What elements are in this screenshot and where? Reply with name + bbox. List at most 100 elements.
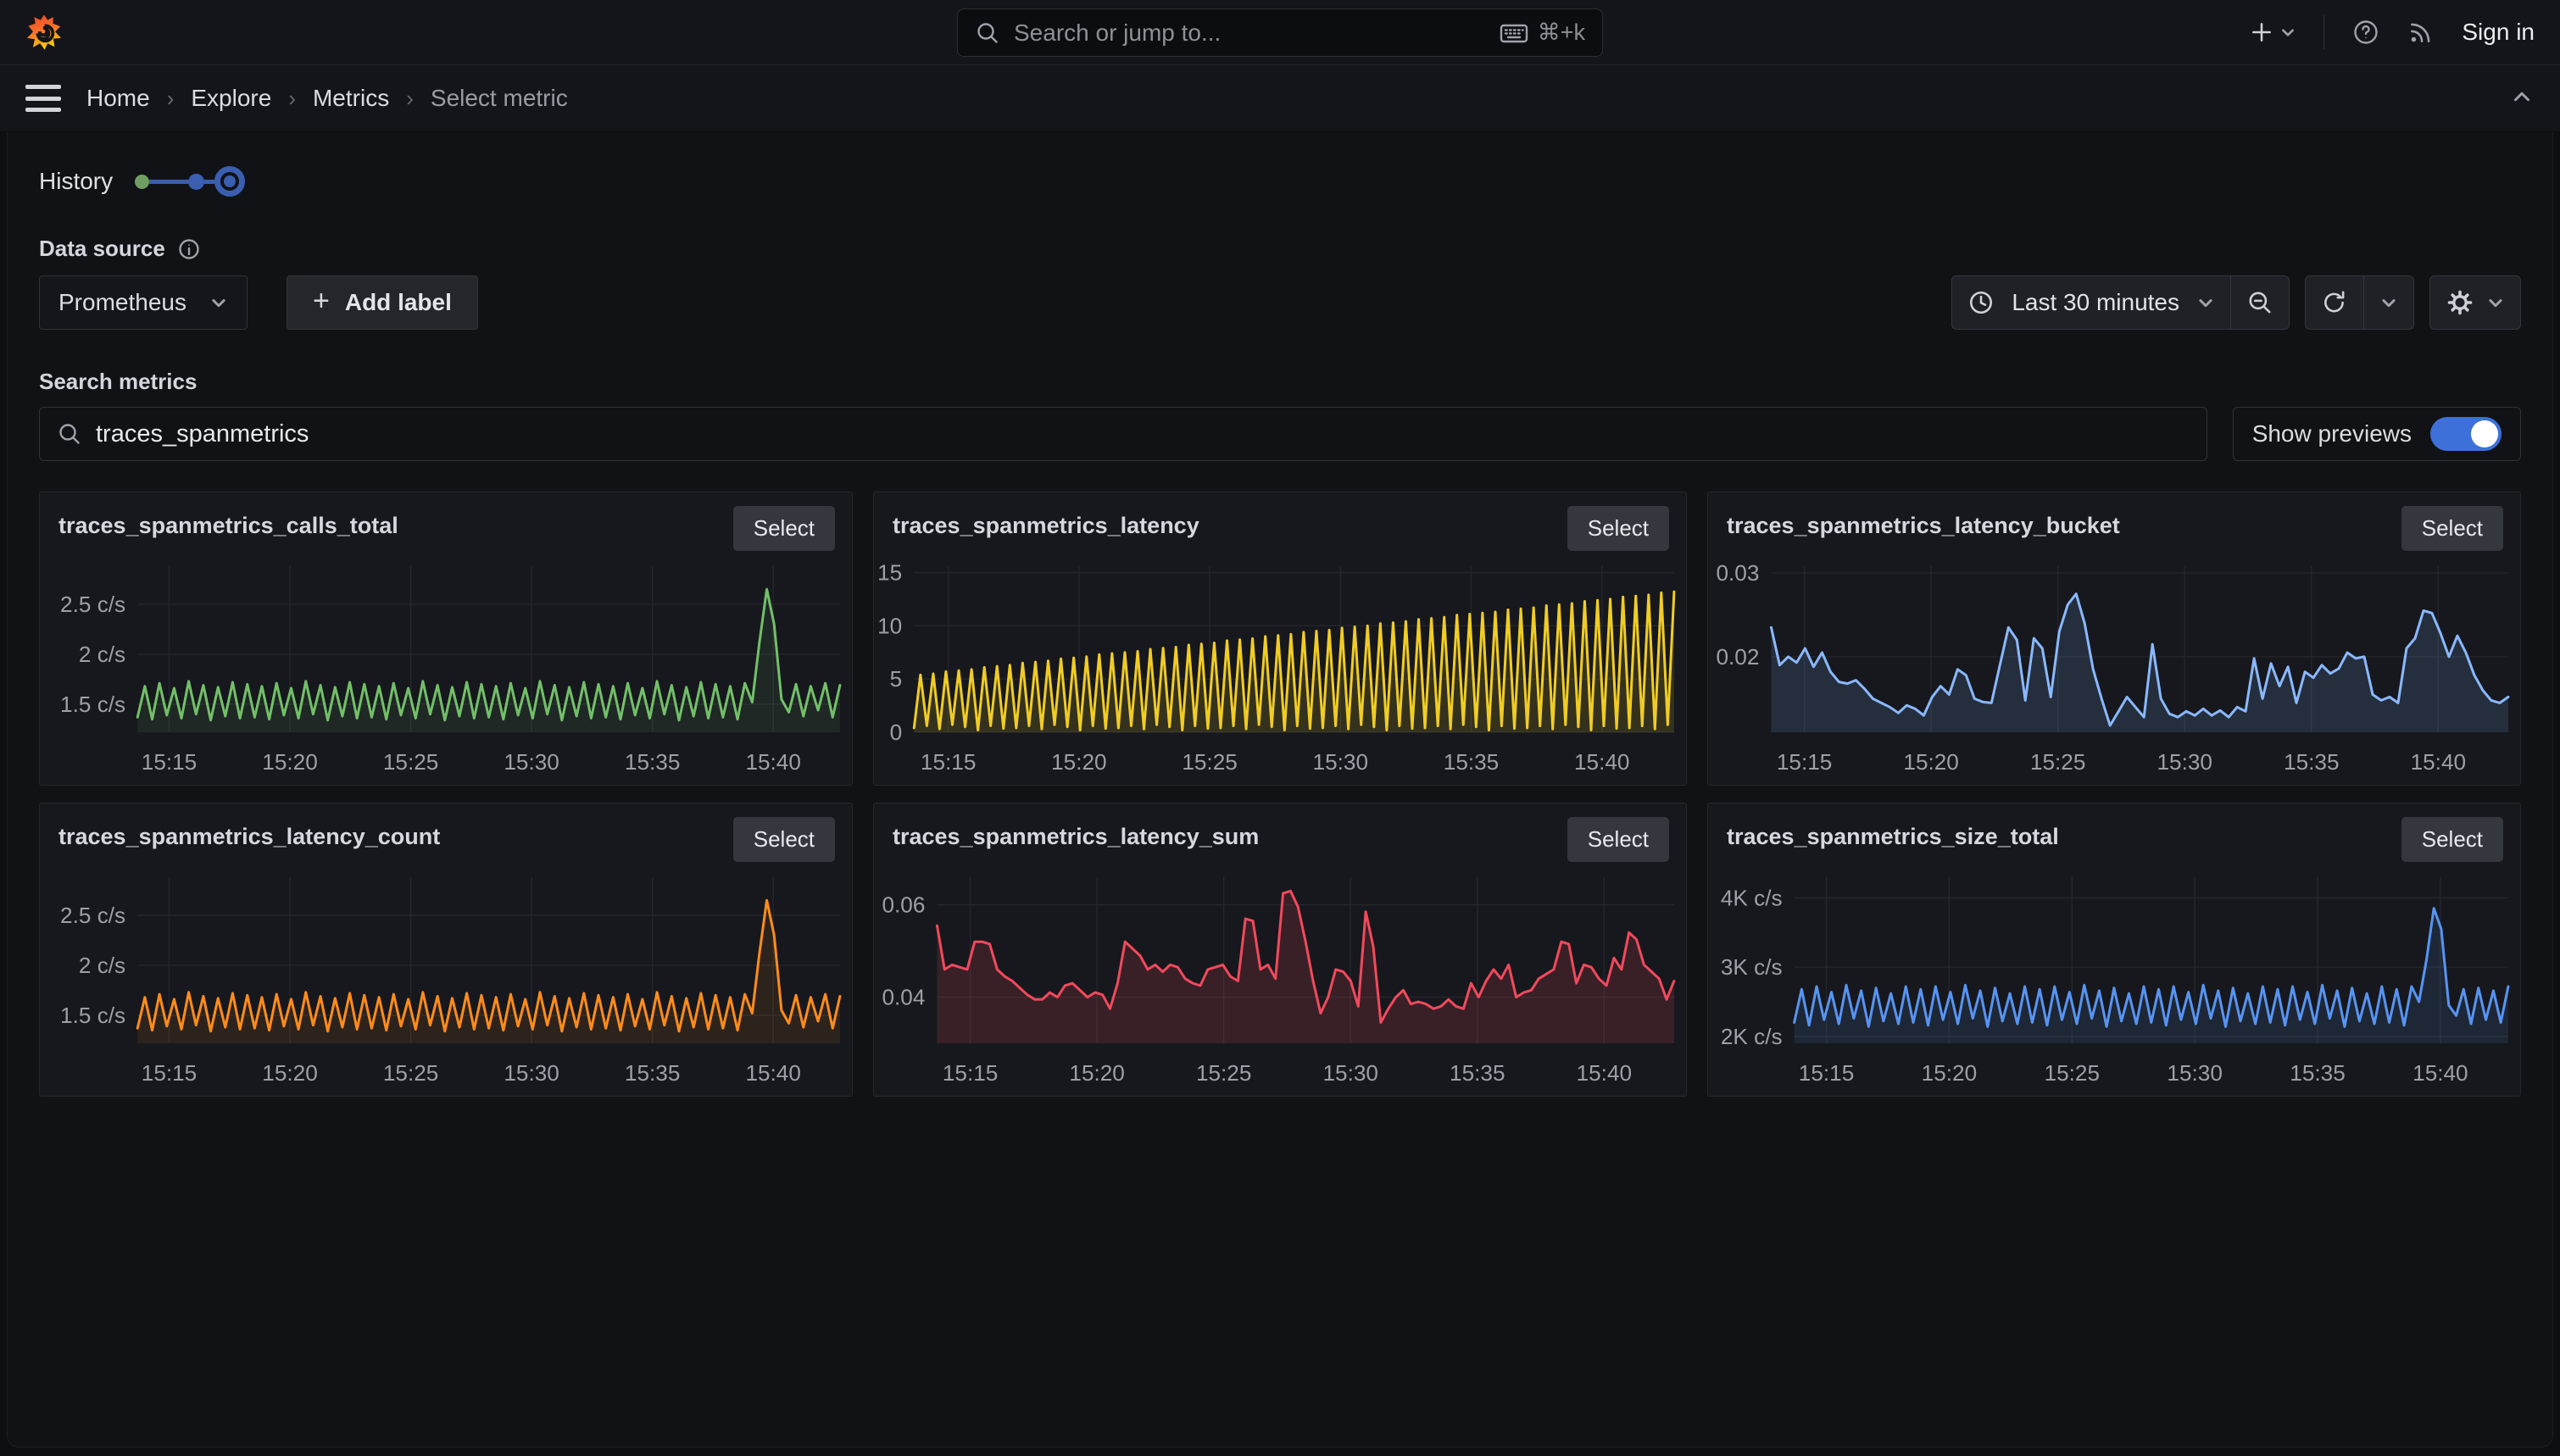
svg-text:15:25: 15:25 — [383, 1060, 438, 1086]
select-metric-button[interactable]: Select — [1567, 506, 1669, 551]
datasource-label: Data source — [39, 236, 165, 262]
svg-text:2 c/s: 2 c/s — [79, 953, 125, 978]
svg-text:15:40: 15:40 — [1577, 1060, 1632, 1086]
chevron-down-icon — [2379, 293, 2398, 312]
breadcrumb-metrics[interactable]: Metrics — [313, 85, 389, 112]
metric-preview-chart[interactable]: 15:1515:2015:2515:3015:3515:400.040.06 — [874, 867, 1686, 1089]
metric-preview-chart[interactable]: 15:1515:2015:2515:3015:3515:401.5 c/s2 c… — [40, 556, 852, 778]
history-connector — [149, 180, 188, 184]
metric-panel: traces_spanmetrics_calls_total Select 15… — [39, 492, 853, 786]
explore-metrics-pane: History Data source Prometheus + Add lab… — [7, 132, 2553, 1448]
svg-text:3K c/s: 3K c/s — [1721, 954, 1783, 980]
metric-search-input[interactable] — [96, 420, 2190, 448]
help-button[interactable] — [2351, 18, 2380, 47]
metric-preview-chart[interactable]: 15:1515:2015:2515:3015:3515:40051015 — [874, 556, 1686, 778]
svg-text:15:15: 15:15 — [142, 749, 197, 775]
svg-text:15:40: 15:40 — [745, 1060, 800, 1086]
keyboard-icon — [1499, 20, 1529, 46]
panel-title: traces_spanmetrics_calls_total — [58, 506, 398, 539]
chevron-down-icon — [2486, 293, 2505, 312]
datasource-value: Prometheus — [58, 289, 186, 316]
zoom-out-button[interactable] — [2230, 276, 2289, 329]
history-connector — [204, 180, 214, 184]
new-menu-button[interactable] — [2249, 19, 2296, 45]
svg-text:2.5 c/s: 2.5 c/s — [60, 592, 125, 617]
sign-in-button[interactable]: Sign in — [2462, 19, 2535, 46]
panel-title: traces_spanmetrics_latency_sum — [893, 817, 1259, 850]
select-metric-button[interactable]: Select — [733, 506, 835, 551]
select-metric-button[interactable]: Select — [2401, 817, 2503, 862]
select-metric-button[interactable]: Select — [733, 817, 835, 862]
metric-panel: traces_spanmetrics_size_total Select 15:… — [1707, 803, 2521, 1097]
svg-text:15:15: 15:15 — [1799, 1060, 1854, 1086]
select-metric-button[interactable]: Select — [1567, 817, 1669, 862]
history-current-step[interactable] — [214, 166, 245, 197]
menu-toggle-icon[interactable] — [25, 85, 61, 112]
refresh-interval-dropdown[interactable] — [2363, 276, 2413, 329]
toggle-knob — [2471, 420, 2498, 447]
info-icon[interactable] — [177, 237, 201, 261]
gear-icon — [2446, 288, 2474, 317]
metric-panels-grid: traces_spanmetrics_calls_total Select 15… — [39, 492, 2521, 1097]
metric-panel: traces_spanmetrics_latency_count Select … — [39, 803, 853, 1097]
global-search-box[interactable]: ⌘+k — [957, 8, 1603, 57]
add-label-button[interactable]: + Add label — [287, 275, 478, 330]
svg-text:15:35: 15:35 — [1450, 1060, 1505, 1086]
svg-text:5: 5 — [890, 666, 903, 692]
plus-icon: + — [313, 286, 330, 315]
svg-text:0.06: 0.06 — [882, 892, 925, 918]
metric-preview-chart[interactable]: 15:1515:2015:2515:3015:3515:402K c/s3K c… — [1708, 867, 2520, 1089]
time-picker-group: Last 30 minutes — [1951, 275, 2290, 330]
panel-title: traces_spanmetrics_size_total — [1727, 817, 2059, 850]
breadcrumb-separator: › — [167, 86, 175, 112]
top-nav-bar: ⌘+k Sign in — [0, 0, 2560, 65]
metric-panel: traces_spanmetrics_latency_sum Select 15… — [873, 803, 1687, 1097]
settings-button[interactable] — [2430, 276, 2520, 329]
time-range-value: Last 30 minutes — [2012, 289, 2179, 316]
svg-text:0.04: 0.04 — [882, 985, 925, 1010]
svg-text:2.5 c/s: 2.5 c/s — [60, 903, 125, 928]
global-search-input[interactable] — [1014, 19, 1485, 47]
metric-panel: traces_spanmetrics_latency_bucket Select… — [1707, 492, 2521, 786]
history-label: History — [39, 168, 113, 195]
show-previews-toggle[interactable] — [2430, 417, 2502, 451]
metric-panel: traces_spanmetrics_latency Select 15:151… — [873, 492, 1687, 786]
svg-text:15:25: 15:25 — [383, 749, 438, 775]
metric-preview-chart[interactable]: 15:1515:2015:2515:3015:3515:400.020.03 — [1708, 556, 2520, 778]
history-steps — [135, 166, 245, 197]
metric-preview-chart[interactable]: 15:1515:2015:2515:3015:3515:401.5 c/s2 c… — [40, 867, 852, 1089]
history-step-dot[interactable] — [188, 174, 204, 190]
svg-text:15:35: 15:35 — [1444, 749, 1499, 775]
breadcrumb: Home › Explore › Metrics › Select metric — [86, 85, 568, 112]
chevron-up-icon — [2509, 84, 2535, 109]
shortcut-text: ⌘+k — [1538, 19, 1585, 46]
chevron-down-icon — [209, 293, 228, 312]
zoom-out-icon — [2246, 289, 2273, 316]
breadcrumb-explore[interactable]: Explore — [191, 85, 271, 112]
refresh-button[interactable] — [2306, 276, 2363, 329]
show-previews-control: Show previews — [2233, 407, 2521, 461]
svg-text:15:40: 15:40 — [745, 749, 800, 775]
datasource-picker[interactable]: Prometheus — [39, 275, 248, 330]
breadcrumb-separator: › — [288, 86, 296, 112]
collapse-pane-button[interactable] — [2509, 84, 2535, 114]
panel-title: traces_spanmetrics_latency_bucket — [1727, 506, 2120, 539]
news-rss-button[interactable] — [2407, 19, 2435, 46]
breadcrumb-home[interactable]: Home — [86, 85, 150, 112]
refresh-group — [2305, 275, 2414, 330]
select-metric-button[interactable]: Select — [2401, 506, 2503, 551]
breadcrumb-separator: › — [406, 86, 414, 112]
svg-text:15:20: 15:20 — [262, 749, 317, 775]
svg-text:0: 0 — [890, 720, 903, 745]
svg-text:10: 10 — [877, 613, 902, 638]
search-icon — [57, 421, 82, 447]
svg-text:15:40: 15:40 — [1574, 749, 1629, 775]
breadcrumb-current: Select metric — [431, 85, 568, 112]
time-range-picker[interactable]: Last 30 minutes — [1952, 276, 2230, 329]
history-step-dot[interactable] — [135, 175, 149, 189]
svg-text:1.5 c/s: 1.5 c/s — [60, 1003, 125, 1028]
svg-text:15:30: 15:30 — [2167, 1060, 2222, 1086]
grafana-logo[interactable] — [25, 14, 63, 51]
search-icon — [975, 20, 1000, 46]
svg-text:15:15: 15:15 — [921, 749, 976, 775]
